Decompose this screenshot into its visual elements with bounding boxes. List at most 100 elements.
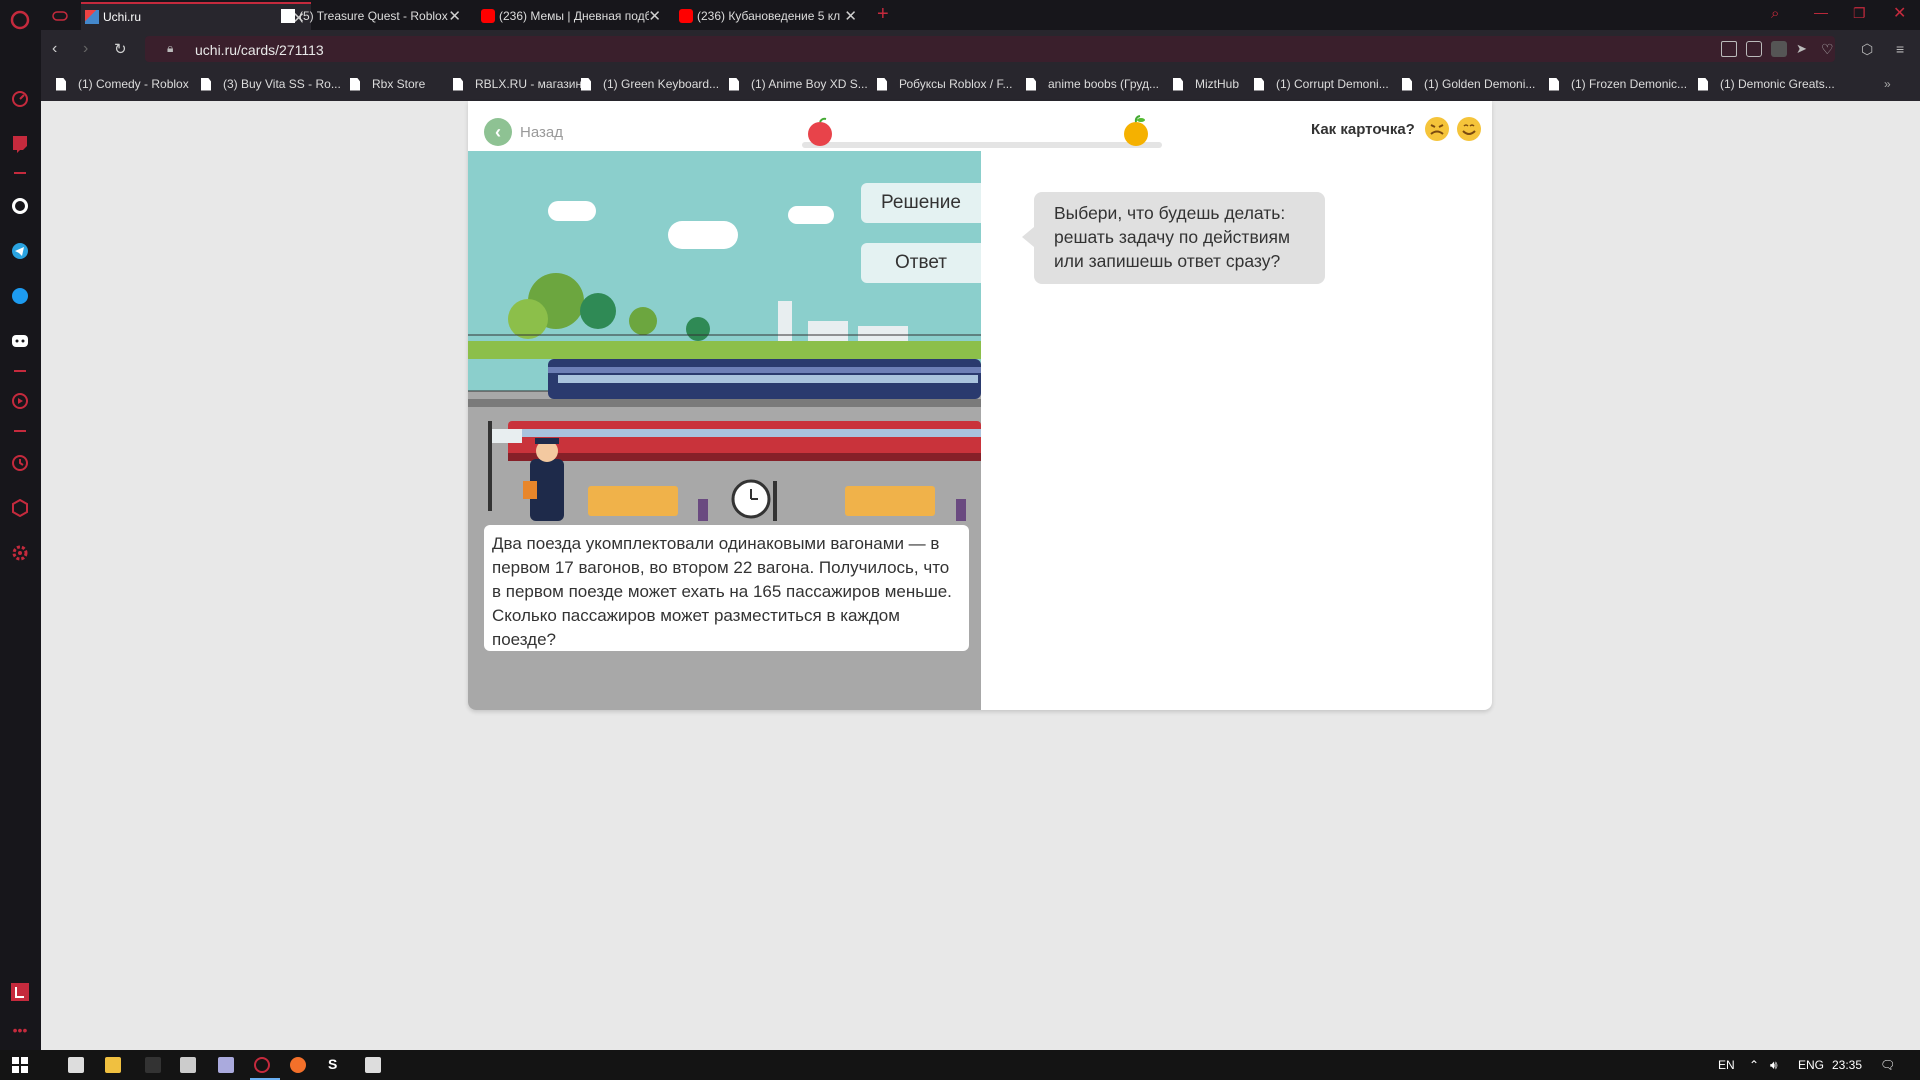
more-dots-icon[interactable]: •••	[9, 1019, 31, 1041]
bookmark-item[interactable]: MiztHub	[1173, 77, 1239, 91]
telegram-icon[interactable]	[9, 240, 31, 262]
opera-taskbar-icon[interactable]	[254, 1057, 270, 1073]
bookmark-page-icon	[453, 77, 463, 91]
bookmark-page-icon	[877, 77, 887, 91]
bookmark-page-icon	[1402, 77, 1412, 91]
bookmark-item[interactable]: (1) Anime Boy XD S...	[729, 77, 868, 91]
bookmark-page-icon	[1549, 77, 1559, 91]
bookmark-page-icon	[350, 77, 360, 91]
bookmarks-overflow-icon[interactable]: »	[1884, 77, 1891, 91]
bookmarks-bar: (1) Comedy - Roblox (3) Buy Vita SS - Ro…	[41, 68, 1920, 101]
window-close-icon[interactable]: ✕	[1893, 3, 1906, 23]
twitch-icon[interactable]	[9, 133, 31, 155]
player-icon[interactable]	[9, 390, 31, 412]
roblox-icon[interactable]	[365, 1057, 381, 1073]
forward-arrow-icon[interactable]: ›	[83, 40, 88, 58]
address-bar: ‹ › ↻ 🔒︎ uchi.ru/cards/271113 ➤ ♡ ⬡ ≡	[41, 30, 1920, 68]
windows-start-icon[interactable]	[12, 1057, 28, 1073]
twitter-icon[interactable]	[9, 285, 31, 307]
bookmark-page-icon	[201, 77, 211, 91]
app-icon[interactable]	[218, 1057, 234, 1073]
back-chevron-icon: ‹	[484, 118, 512, 146]
send-arrow-icon[interactable]: ➤	[1796, 41, 1812, 57]
bookmark-item[interactable]: RBLX.RU - магазин...	[453, 77, 592, 91]
solution-button[interactable]: Решение	[861, 183, 981, 223]
bookmark-item[interactable]: Rbx Store	[350, 77, 425, 91]
tab-youtube-memes[interactable]: (236) Мемы | Дневная подб ✕	[477, 2, 667, 30]
restore-icon[interactable]: ❐	[1853, 5, 1866, 22]
history-icon[interactable]	[9, 452, 31, 474]
bookmark-item[interactable]: anime boobs (Груд...	[1026, 77, 1159, 91]
discord-icon[interactable]	[9, 330, 31, 352]
bookmark-item[interactable]: Робуксы Roblox / F...	[877, 77, 1012, 91]
minimize-icon[interactable]: —	[1814, 4, 1828, 20]
easy-menu-icon[interactable]: ≡	[1896, 41, 1912, 57]
tab-close-icon[interactable]: ✕	[648, 7, 661, 25]
search-tabs-icon[interactable]: ⌕	[1771, 5, 1779, 22]
gamepad-icon[interactable]	[49, 5, 71, 27]
windows-taskbar: S EN ⌃ 🔊︎ ENG 23:35 🗨︎	[0, 1050, 1920, 1080]
apple-yellow-icon	[1124, 115, 1148, 146]
tab-bar: Uchi.ru ✕ (5) Treasure Quest - Roblox ✕ …	[41, 0, 1920, 30]
adblock-icon[interactable]	[1771, 41, 1787, 57]
sidebar-separator	[14, 172, 26, 174]
youtube-favicon-icon	[679, 9, 693, 23]
tab-youtube-kuban[interactable]: (236) Кубановедение 5 кл ✕	[675, 2, 863, 30]
roblox-studio-icon[interactable]	[68, 1057, 84, 1073]
snapshot-camera-icon[interactable]	[1746, 41, 1762, 57]
bookmark-page-icon	[729, 77, 739, 91]
app-icon[interactable]	[180, 1057, 196, 1073]
bookmark-item[interactable]: (1) Comedy - Roblox	[56, 77, 189, 91]
tab-close-icon[interactable]: ✕	[448, 7, 461, 25]
bookmark-item[interactable]: (1) Frozen Demonic...	[1549, 77, 1687, 91]
extensions-cube-icon[interactable]	[9, 497, 31, 519]
sad-face-icon[interactable]	[1424, 116, 1450, 142]
train-station-scene: Решение Ответ Два поезда укомплектовали …	[468, 151, 981, 710]
firefox-icon[interactable]	[290, 1057, 306, 1073]
app-icon[interactable]	[145, 1057, 161, 1073]
clock[interactable]: 23:35	[1832, 1058, 1862, 1072]
uchi-favicon-icon	[85, 10, 99, 24]
easy-setup-icon[interactable]	[9, 981, 31, 1003]
bookmark-page-icon	[1173, 77, 1183, 91]
lock-icon[interactable]: 🔒︎	[167, 41, 173, 56]
app-s-icon[interactable]: S	[328, 1056, 344, 1072]
answer-button[interactable]: Ответ	[861, 243, 981, 283]
bookmark-page-icon	[56, 77, 66, 91]
opera-logo-icon[interactable]	[9, 9, 31, 31]
bookmark-item[interactable]: (1) Golden Demoni...	[1402, 77, 1535, 91]
happy-face-icon[interactable]	[1456, 116, 1482, 142]
prompt-bubble: Выбери, что будешь делать: решать задачу…	[1034, 192, 1325, 284]
url-text[interactable]: uchi.ru/cards/271113	[195, 42, 324, 58]
keyboard-lang[interactable]: ENG	[1798, 1058, 1824, 1072]
share-icon[interactable]	[1721, 41, 1737, 57]
bookmark-page-icon	[1698, 77, 1708, 91]
task-card: ‹ Назад Как карточка? Решение Ответ Два …	[468, 101, 1492, 710]
new-tab-plus-icon[interactable]: +	[877, 3, 889, 26]
speed-dial-icon[interactable]	[9, 88, 31, 110]
progress-bar	[802, 142, 1162, 148]
card-header: ‹ Назад Как карточка?	[468, 101, 1492, 151]
bookmark-page-icon	[581, 77, 591, 91]
back-arrow-icon[interactable]: ‹	[52, 40, 57, 58]
sidebar-separator	[14, 370, 26, 372]
tab-roblox[interactable]: (5) Treasure Quest - Roblox ✕	[277, 2, 467, 30]
whatsapp-icon[interactable]	[9, 195, 31, 217]
bookmark-page-icon	[1254, 77, 1264, 91]
extensions-icon[interactable]: ⬡	[1861, 41, 1877, 57]
bookmark-heart-icon[interactable]: ♡	[1821, 41, 1837, 57]
notifications-icon[interactable]: 🗨︎	[1880, 1058, 1895, 1072]
lang-indicator[interactable]: EN	[1718, 1058, 1735, 1072]
tray-chevron-icon[interactable]: ⌃	[1749, 1058, 1759, 1072]
settings-gear-icon[interactable]	[9, 542, 31, 564]
reload-icon[interactable]: ↻	[114, 40, 127, 58]
bookmark-item[interactable]: (3) Buy Vita SS - Ro...	[201, 77, 341, 91]
bookmark-item[interactable]: (1) Corrupt Demoni...	[1254, 77, 1389, 91]
bookmark-item[interactable]: (1) Green Keyboard...	[581, 77, 719, 91]
back-button[interactable]: ‹ Назад	[484, 118, 563, 146]
bookmark-item[interactable]: (1) Demonic Greats...	[1698, 77, 1835, 91]
url-field[interactable]	[145, 36, 1835, 62]
volume-icon[interactable]: 🔊︎	[1770, 1058, 1778, 1073]
tab-close-icon[interactable]: ✕	[844, 7, 857, 25]
file-explorer-icon[interactable]	[105, 1057, 121, 1073]
